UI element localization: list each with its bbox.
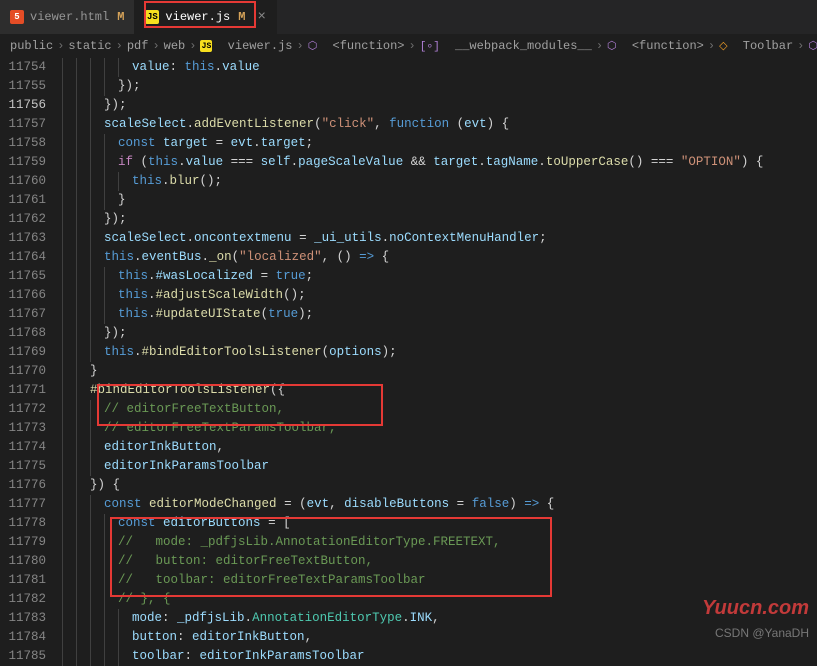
breadcrumb-item[interactable]: static — [68, 39, 111, 53]
breadcrumb-item[interactable]: ◇ Toolbar — [719, 39, 793, 53]
breadcrumb-item[interactable]: pdf — [127, 39, 149, 53]
code-line[interactable]: this.#updateUIState(true); — [62, 305, 817, 324]
line-number: 11771 — [0, 381, 46, 400]
line-number: 11770 — [0, 362, 46, 381]
code-line[interactable]: toolbar: editorInkParamsToolbar — [62, 647, 817, 666]
modified-indicator: M — [238, 10, 245, 24]
tab-viewer-html[interactable]: 5 viewer.html M — [0, 0, 135, 34]
line-number: 11778 — [0, 514, 46, 533]
code-line[interactable]: }) { — [62, 476, 817, 495]
watermark-text: CSDN @YanaDH — [715, 626, 809, 640]
breadcrumb-item[interactable]: web — [164, 39, 186, 53]
code-line[interactable]: // mode: _pdfjsLib.AnnotationEditorType.… — [62, 533, 817, 552]
line-number-gutter: 1175411755117561175711758117591176011761… — [0, 58, 62, 648]
code-line[interactable]: }); — [62, 210, 817, 229]
line-number: 11761 — [0, 191, 46, 210]
line-number: 11757 — [0, 115, 46, 134]
code-content[interactable]: value: this.value});});scaleSelect.addEv… — [62, 58, 817, 648]
code-editor[interactable]: 1175411755117561175711758117591176011761… — [0, 58, 817, 648]
code-line[interactable]: this.#adjustScaleWidth(); — [62, 286, 817, 305]
line-number: 11762 — [0, 210, 46, 229]
chevron-right-icon: › — [708, 39, 715, 53]
line-number: 11772 — [0, 400, 46, 419]
code-line[interactable]: // editorFreeTextParamsToolbar, — [62, 419, 817, 438]
close-icon[interactable]: × — [257, 9, 265, 25]
breadcrumb: public › static › pdf › web › JS viewer.… — [0, 34, 817, 58]
code-line[interactable]: value: this.value — [62, 58, 817, 77]
line-number: 11754 — [0, 58, 46, 77]
line-number: 11760 — [0, 172, 46, 191]
chevron-right-icon: › — [57, 39, 64, 53]
code-line[interactable]: } — [62, 191, 817, 210]
code-line[interactable]: this.#bindEditorToolsListener(options); — [62, 343, 817, 362]
line-number: 11768 — [0, 324, 46, 343]
line-number: 11777 — [0, 495, 46, 514]
line-number: 11758 — [0, 134, 46, 153]
breadcrumb-item[interactable]: ⬡ <function> — [308, 39, 405, 53]
code-line[interactable]: // button: editorFreeTextButton, — [62, 552, 817, 571]
breadcrumb-item[interactable]: ⬡ <function> — [607, 39, 704, 53]
code-line[interactable]: this.blur(); — [62, 172, 817, 191]
line-number: 11773 — [0, 419, 46, 438]
line-number: 11765 — [0, 267, 46, 286]
line-number: 11756 — [0, 96, 46, 115]
code-line[interactable]: // toolbar: editorFreeTextParamsToolbar — [62, 571, 817, 590]
code-line[interactable]: if (this.value === self.pageScaleValue &… — [62, 153, 817, 172]
line-number: 11775 — [0, 457, 46, 476]
chevron-right-icon: › — [116, 39, 123, 53]
line-number: 11764 — [0, 248, 46, 267]
chevron-right-icon: › — [296, 39, 303, 53]
line-number: 11780 — [0, 552, 46, 571]
code-line[interactable]: const target = evt.target; — [62, 134, 817, 153]
line-number: 11782 — [0, 590, 46, 609]
code-line[interactable]: }); — [62, 96, 817, 115]
breadcrumb-item[interactable]: ⬡ #bindListeners — [808, 39, 817, 53]
code-line[interactable]: #bindEditorToolsListener({ — [62, 381, 817, 400]
code-line[interactable]: }); — [62, 324, 817, 343]
code-line[interactable]: editorInkParamsToolbar — [62, 457, 817, 476]
tab-label: viewer.js — [165, 10, 230, 24]
line-number: 11769 — [0, 343, 46, 362]
tab-viewer-js[interactable]: JS viewer.js M × — [135, 0, 276, 34]
breadcrumb-item[interactable]: JS viewer.js — [200, 39, 292, 53]
line-number: 11759 — [0, 153, 46, 172]
code-line[interactable]: const editorButtons = [ — [62, 514, 817, 533]
line-number: 11766 — [0, 286, 46, 305]
line-number: 11774 — [0, 438, 46, 457]
code-line[interactable]: editorInkButton, — [62, 438, 817, 457]
line-number: 11784 — [0, 628, 46, 647]
code-line[interactable]: this.eventBus._on("localized", () => { — [62, 248, 817, 267]
line-number: 11783 — [0, 609, 46, 628]
line-number: 11781 — [0, 571, 46, 590]
line-number: 11779 — [0, 533, 46, 552]
code-line[interactable]: button: editorInkButton, — [62, 628, 817, 647]
code-line[interactable]: this.#wasLocalized = true; — [62, 267, 817, 286]
code-line[interactable]: }); — [62, 77, 817, 96]
watermark-logo: Yuucn.com — [702, 597, 809, 620]
chevron-right-icon: › — [596, 39, 603, 53]
code-line[interactable]: } — [62, 362, 817, 381]
line-number: 11763 — [0, 229, 46, 248]
html5-icon: 5 — [10, 10, 24, 24]
chevron-right-icon: › — [189, 39, 196, 53]
js-icon: JS — [145, 10, 159, 24]
breadcrumb-item[interactable]: [∘] __webpack_modules__ — [420, 39, 592, 53]
line-number: 11767 — [0, 305, 46, 324]
code-line[interactable]: scaleSelect.addEventListener("click", fu… — [62, 115, 817, 134]
chevron-right-icon: › — [797, 39, 804, 53]
line-number: 11755 — [0, 77, 46, 96]
chevron-right-icon: › — [409, 39, 416, 53]
chevron-right-icon: › — [152, 39, 159, 53]
modified-indicator: M — [117, 10, 124, 24]
code-line[interactable]: const editorModeChanged = (evt, disableB… — [62, 495, 817, 514]
breadcrumb-item[interactable]: public — [10, 39, 53, 53]
line-number: 11776 — [0, 476, 46, 495]
code-line[interactable]: scaleSelect.oncontextmenu = _ui_utils.no… — [62, 229, 817, 248]
tab-label: viewer.html — [30, 10, 109, 24]
code-line[interactable]: // editorFreeTextButton, — [62, 400, 817, 419]
line-number: 11785 — [0, 647, 46, 666]
editor-tabs: 5 viewer.html M JS viewer.js M × — [0, 0, 817, 34]
